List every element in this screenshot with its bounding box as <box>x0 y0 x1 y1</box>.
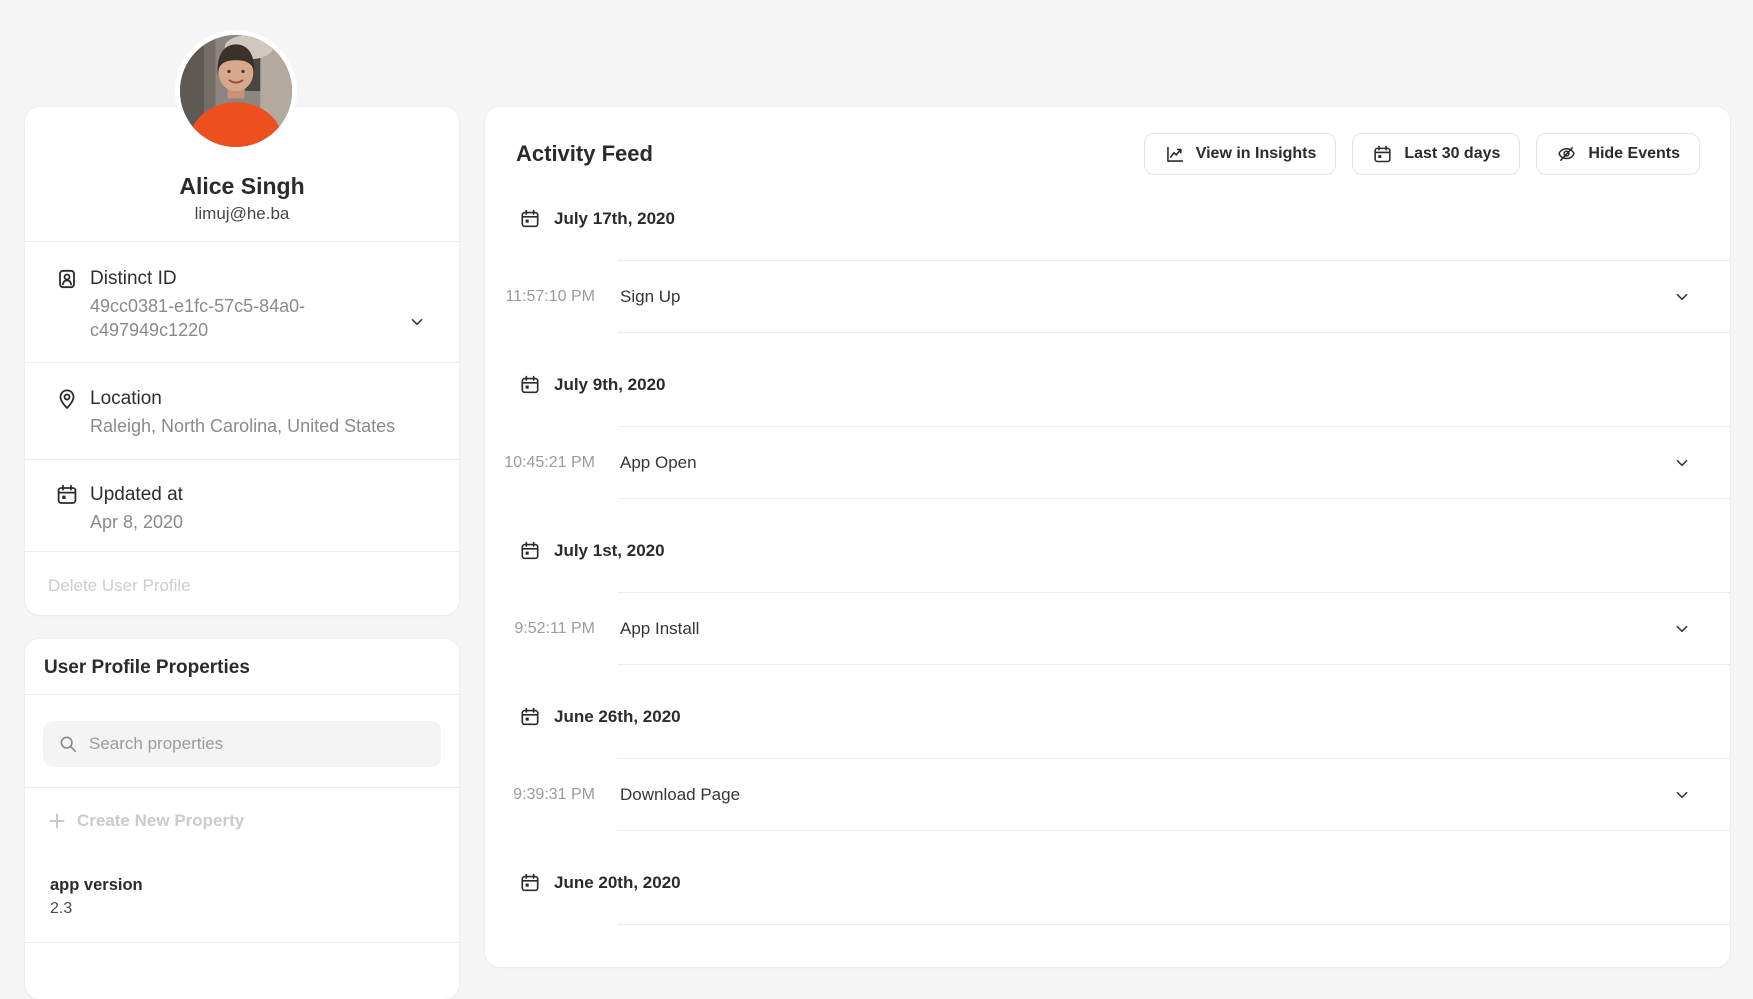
distinct-id-row: Distinct ID 49cc0381-e1fc-57c5-84a0-c497… <box>25 241 459 362</box>
activity-feed: July 17th, 2020 11:57:10 PM Sign Up July… <box>485 205 1730 925</box>
calendar-icon <box>1372 144 1393 165</box>
property-value: 2.3 <box>50 897 435 921</box>
field-label: Location <box>90 386 395 412</box>
calendar-icon <box>519 374 541 396</box>
hide-events-button[interactable]: Hide Events <box>1536 133 1700 175</box>
event-time: 9:52:11 PM <box>485 620 595 638</box>
chevron-down-icon[interactable] <box>1672 287 1692 307</box>
divider <box>618 924 1730 925</box>
date-label: July 1st, 2020 <box>554 541 665 561</box>
date-header: June 20th, 2020 <box>485 869 1730 897</box>
field-value: Apr 8, 2020 <box>90 510 183 534</box>
create-new-property-label: Create New Property <box>77 808 244 834</box>
calendar-icon <box>519 208 541 230</box>
date-label: June 26th, 2020 <box>554 707 681 727</box>
feed-group: June 26th, 2020 9:39:31 PM Download Page <box>485 703 1730 831</box>
profile-name: Alice Singh <box>45 171 439 201</box>
date-label: July 17th, 2020 <box>554 209 675 229</box>
date-header: July 17th, 2020 <box>485 205 1730 233</box>
view-in-insights-button[interactable]: View in Insights <box>1144 133 1337 175</box>
feed-group: July 17th, 2020 11:57:10 PM Sign Up <box>485 205 1730 333</box>
location-row: Location Raleigh, North Carolina, United… <box>25 362 459 459</box>
date-header: July 9th, 2020 <box>485 371 1730 399</box>
user-profile-properties-card: User Profile Properties Create New Prope… <box>25 639 459 999</box>
event-name: Download Page <box>620 785 740 805</box>
field-label: Updated at <box>90 482 183 508</box>
event-row[interactable]: 9:39:31 PM Download Page <box>485 759 1730 831</box>
date-label: June 20th, 2020 <box>554 873 681 893</box>
event-time: 9:39:31 PM <box>485 786 595 804</box>
page-title: Activity Feed <box>516 141 653 167</box>
feed-group: July 1st, 2020 9:52:11 PM App Install <box>485 537 1730 665</box>
calendar-icon <box>519 540 541 562</box>
chevron-down-icon[interactable] <box>1672 453 1692 473</box>
date-header: June 26th, 2020 <box>485 703 1730 731</box>
field-value: 49cc0381-e1fc-57c5-84a0-c497949c1220 <box>90 294 390 342</box>
button-label: Hide Events <box>1588 145 1680 163</box>
event-name: App Open <box>620 453 697 473</box>
plus-icon <box>48 812 66 830</box>
updated-at-row: Updated at Apr 8, 2020 <box>25 459 459 551</box>
feed-group: June 20th, 2020 <box>485 869 1730 925</box>
event-name: App Install <box>620 619 699 639</box>
properties-title: User Profile Properties <box>25 639 459 694</box>
avatar <box>175 30 297 152</box>
calendar-icon <box>519 706 541 728</box>
insights-chart-icon <box>1164 144 1185 165</box>
location-pin-icon <box>55 387 79 411</box>
property-name: app version <box>50 873 435 897</box>
profile-email: limuj@he.ba <box>45 201 439 227</box>
event-time: 11:57:10 PM <box>485 288 595 306</box>
event-name: Sign Up <box>620 287 680 307</box>
property-item[interactable]: app version 2.3 <box>25 852 459 943</box>
id-card-icon <box>55 267 79 291</box>
button-label: Last 30 days <box>1404 145 1500 163</box>
activity-feed-header: Activity Feed View in Insights Last 30 d… <box>485 131 1730 177</box>
profile-card: Alice Singh limuj@he.ba Distinct ID 49cc… <box>25 107 459 615</box>
event-row[interactable]: 11:57:10 PM Sign Up <box>485 261 1730 333</box>
chevron-down-icon[interactable] <box>1672 785 1692 805</box>
eye-off-icon <box>1556 144 1577 165</box>
feed-group: July 9th, 2020 10:45:21 PM App Open <box>485 371 1730 499</box>
date-header: July 1st, 2020 <box>485 537 1730 565</box>
field-value: Raleigh, North Carolina, United States <box>90 414 395 438</box>
create-new-property-button[interactable]: Create New Property <box>25 788 459 852</box>
event-row[interactable]: 9:52:11 PM App Install <box>485 593 1730 665</box>
chevron-down-icon[interactable] <box>1672 619 1692 639</box>
calendar-icon <box>55 483 79 507</box>
chevron-down-icon[interactable] <box>407 312 427 332</box>
activity-feed-card: Activity Feed View in Insights Last 30 d… <box>485 107 1730 967</box>
last-30-days-button[interactable]: Last 30 days <box>1352 133 1520 175</box>
field-label: Distinct ID <box>90 266 390 292</box>
date-label: July 9th, 2020 <box>554 375 666 395</box>
calendar-icon <box>519 872 541 894</box>
event-row[interactable]: 10:45:21 PM App Open <box>485 427 1730 499</box>
avatar-photo-placeholder <box>180 35 292 147</box>
button-label: View in Insights <box>1196 145 1317 163</box>
delete-user-profile-button[interactable]: Delete User Profile <box>25 551 459 615</box>
search-properties <box>25 695 459 787</box>
search-properties-input[interactable] <box>43 721 441 767</box>
event-time: 10:45:21 PM <box>485 454 595 472</box>
